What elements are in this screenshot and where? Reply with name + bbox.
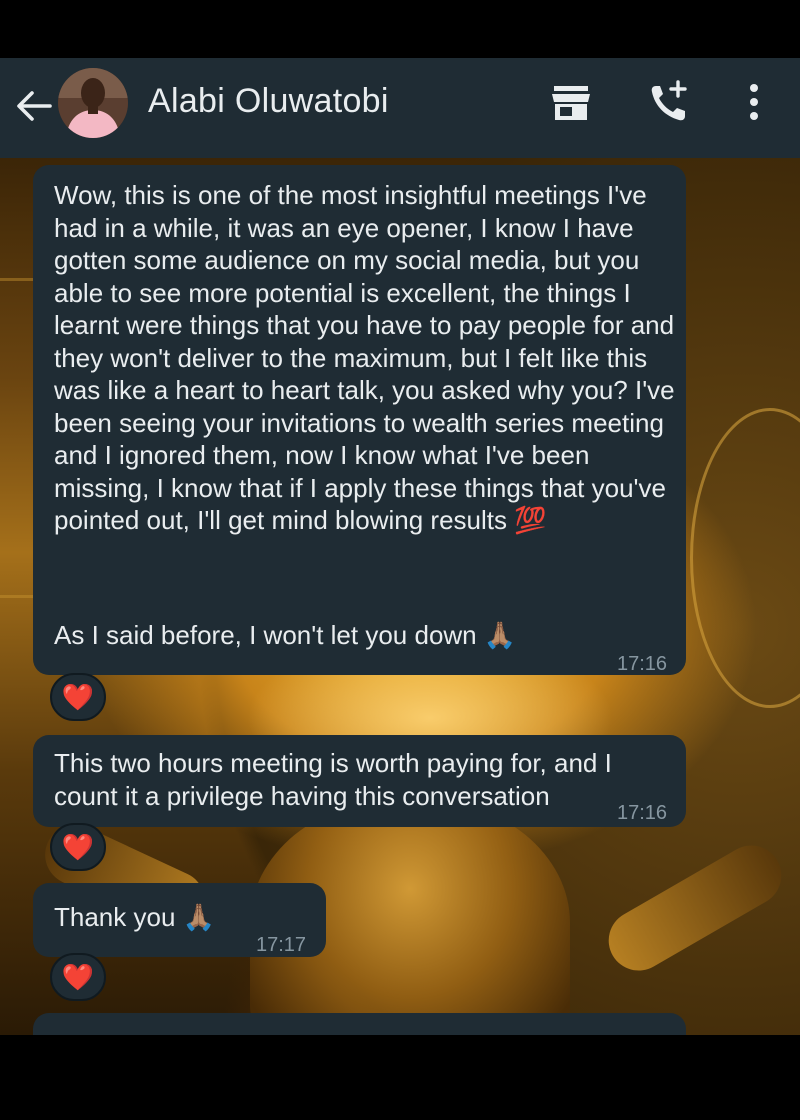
heart-icon: ❤️ — [61, 831, 95, 862]
wallpaper-robot-arm — [597, 834, 793, 982]
contact-name[interactable]: Alabi Oluwatobi — [148, 82, 389, 121]
heart-icon: ❤️ — [61, 681, 95, 712]
message-bubble[interactable]: Thank you 🙏🏽 17:17 — [33, 883, 326, 957]
message-time: 17:17 — [256, 934, 307, 956]
folded-hands-emoji: 🙏🏽 — [483, 620, 517, 650]
reaction-badge[interactable]: ❤️ — [50, 953, 106, 1001]
message-bubble[interactable]: Wow, this is one of the most insightful … — [33, 165, 686, 675]
folded-hands-emoji: 🙏🏽 — [182, 902, 216, 932]
message-text: As I said before, I won't let you down 🙏… — [54, 620, 517, 650]
reaction-badge[interactable]: ❤️ — [50, 823, 106, 871]
back-button[interactable] — [14, 86, 54, 126]
hundred-points-emoji: 💯 — [514, 505, 547, 535]
avatar[interactable] — [58, 68, 128, 138]
message-text: Thank you 🙏🏽 — [54, 902, 216, 932]
message-text: Wow, this is one of the most insightful … — [54, 180, 675, 535]
add-call-button[interactable] — [648, 80, 690, 124]
store-icon — [552, 86, 590, 120]
more-vertical-icon — [750, 84, 758, 120]
arrow-left-icon — [17, 91, 52, 121]
catalog-button[interactable] — [550, 84, 592, 122]
bottom-bar-area — [0, 1035, 800, 1120]
heart-icon: ❤️ — [61, 961, 95, 992]
message-text: This two hours meeting is worth paying f… — [54, 748, 612, 811]
message-time: 17:16 — [617, 802, 668, 824]
add-call-icon — [651, 80, 687, 121]
wallpaper-coin — [690, 408, 800, 708]
status-bar-area — [0, 0, 800, 58]
message-time: 17:16 — [617, 653, 668, 675]
message-bubble[interactable]: This two hours meeting is worth paying f… — [33, 735, 686, 827]
more-options-button[interactable] — [744, 82, 764, 122]
reaction-badge[interactable]: ❤️ — [50, 673, 106, 721]
